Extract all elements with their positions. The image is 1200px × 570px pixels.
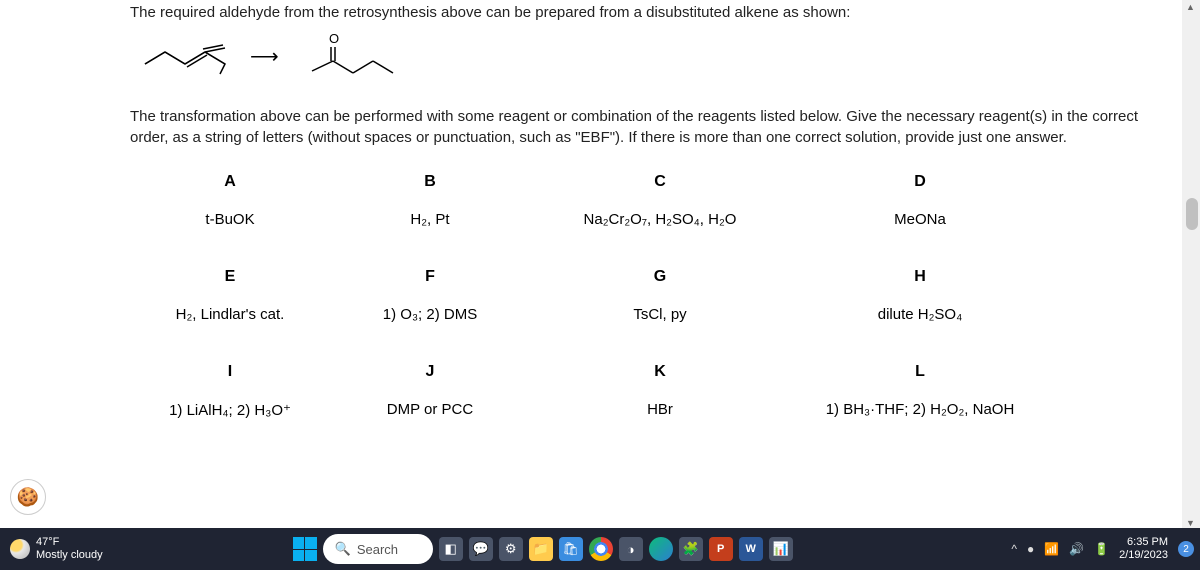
instruction-text: The transformation above can be performe… (130, 106, 1140, 148)
edge-icon[interactable] (649, 537, 673, 561)
time: 6:35 PM (1119, 536, 1168, 549)
reagent-G: GTsCl, py (530, 258, 790, 353)
file-explorer-icon[interactable]: 📁 (529, 537, 553, 561)
start-button[interactable] (293, 537, 317, 561)
task-view-icon[interactable]: ◧ (439, 537, 463, 561)
reagent-grid: At-BuOK BH₂, Pt CNa₂Cr₂O₇, H₂SO₄, H₂O DM… (130, 163, 1140, 449)
wifi-icon[interactable]: 📶 (1044, 542, 1059, 556)
clock[interactable]: 6:35 PM 2/19/2023 (1119, 536, 1168, 562)
app-icon-2[interactable]: 🧩 (679, 537, 703, 561)
search-box[interactable]: 🔍 Search (323, 534, 433, 564)
reagent-C: CNa₂Cr₂O₇, H₂SO₄, H₂O (530, 163, 790, 258)
scroll-thumb[interactable] (1186, 198, 1198, 230)
reaction-arrow: ⟶ (250, 44, 277, 69)
reagent-B: BH₂, Pt (330, 163, 530, 258)
weather-widget[interactable]: 47°F Mostly cloudy (0, 536, 113, 562)
weather-condition: Mostly cloudy (36, 549, 103, 562)
reagent-A: At-BuOK (130, 163, 330, 258)
reagent-L: L1) BH₃·THF; 2) H₂O₂, NaOH (790, 353, 1050, 449)
cookie-icon: 🍪 (17, 487, 39, 508)
reaction-scheme: ⟶ O (140, 31, 1140, 81)
app-icon-3[interactable]: 📊 (769, 537, 793, 561)
reagent-E: EH₂, Lindlar's cat. (130, 258, 330, 353)
chrome-icon[interactable] (589, 537, 613, 561)
battery-icon[interactable]: 🔋 (1094, 542, 1109, 556)
app-icon-1[interactable]: ◑ (619, 537, 643, 561)
store-icon[interactable]: 🛍 (559, 537, 583, 561)
search-label: Search (357, 542, 398, 557)
aldehyde-structure: O (297, 31, 397, 81)
taskbar-center: 🔍 Search ◧ 💬 ⚙ 📁 🛍 ◑ 🧩 P W 📊 (293, 534, 793, 564)
reagent-F: F1) O₃; 2) DMS (330, 258, 530, 353)
search-icon: 🔍 (335, 541, 351, 557)
weather-icon (10, 539, 30, 559)
date: 2/19/2023 (1119, 549, 1168, 562)
notification-badge[interactable]: 2 (1178, 541, 1194, 557)
settings-icon[interactable]: ⚙ (499, 537, 523, 561)
taskbar: 47°F Mostly cloudy 🔍 Search ◧ 💬 ⚙ 📁 🛍 ◑ … (0, 528, 1200, 570)
reagent-J: JDMP or PCC (330, 353, 530, 449)
reagent-H: Hdilute H₂SO₄ (790, 258, 1050, 353)
cookie-settings-button[interactable]: 🍪 (10, 479, 46, 515)
reagent-I: I1) LiAlH₄; 2) H₃O⁺ (130, 353, 330, 449)
volume-icon[interactable]: 🔊 (1069, 542, 1084, 556)
tray-icon-1[interactable]: ● (1027, 542, 1034, 556)
reagent-D: DMeONa (790, 163, 1050, 258)
reagent-K: KHBr (530, 353, 790, 449)
word-icon[interactable]: W (739, 537, 763, 561)
powerpoint-icon[interactable]: P (709, 537, 733, 561)
scroll-up-icon[interactable]: ▲ (1186, 2, 1195, 12)
svg-text:O: O (329, 31, 339, 46)
question-content: The required aldehyde from the retrosynt… (0, 0, 1180, 530)
alkene-structure (140, 36, 230, 76)
chevron-up-icon[interactable]: ^ (1011, 542, 1017, 556)
intro-text: The required aldehyde from the retrosynt… (130, 4, 1140, 21)
vertical-scrollbar[interactable]: ▲ ▼ (1182, 0, 1200, 530)
scroll-down-icon[interactable]: ▼ (1186, 518, 1195, 528)
chat-icon[interactable]: 💬 (469, 537, 493, 561)
system-tray: ^ ● 📶 🔊 🔋 6:35 PM 2/19/2023 2 (1011, 536, 1200, 562)
weather-temp: 47°F (36, 536, 103, 549)
